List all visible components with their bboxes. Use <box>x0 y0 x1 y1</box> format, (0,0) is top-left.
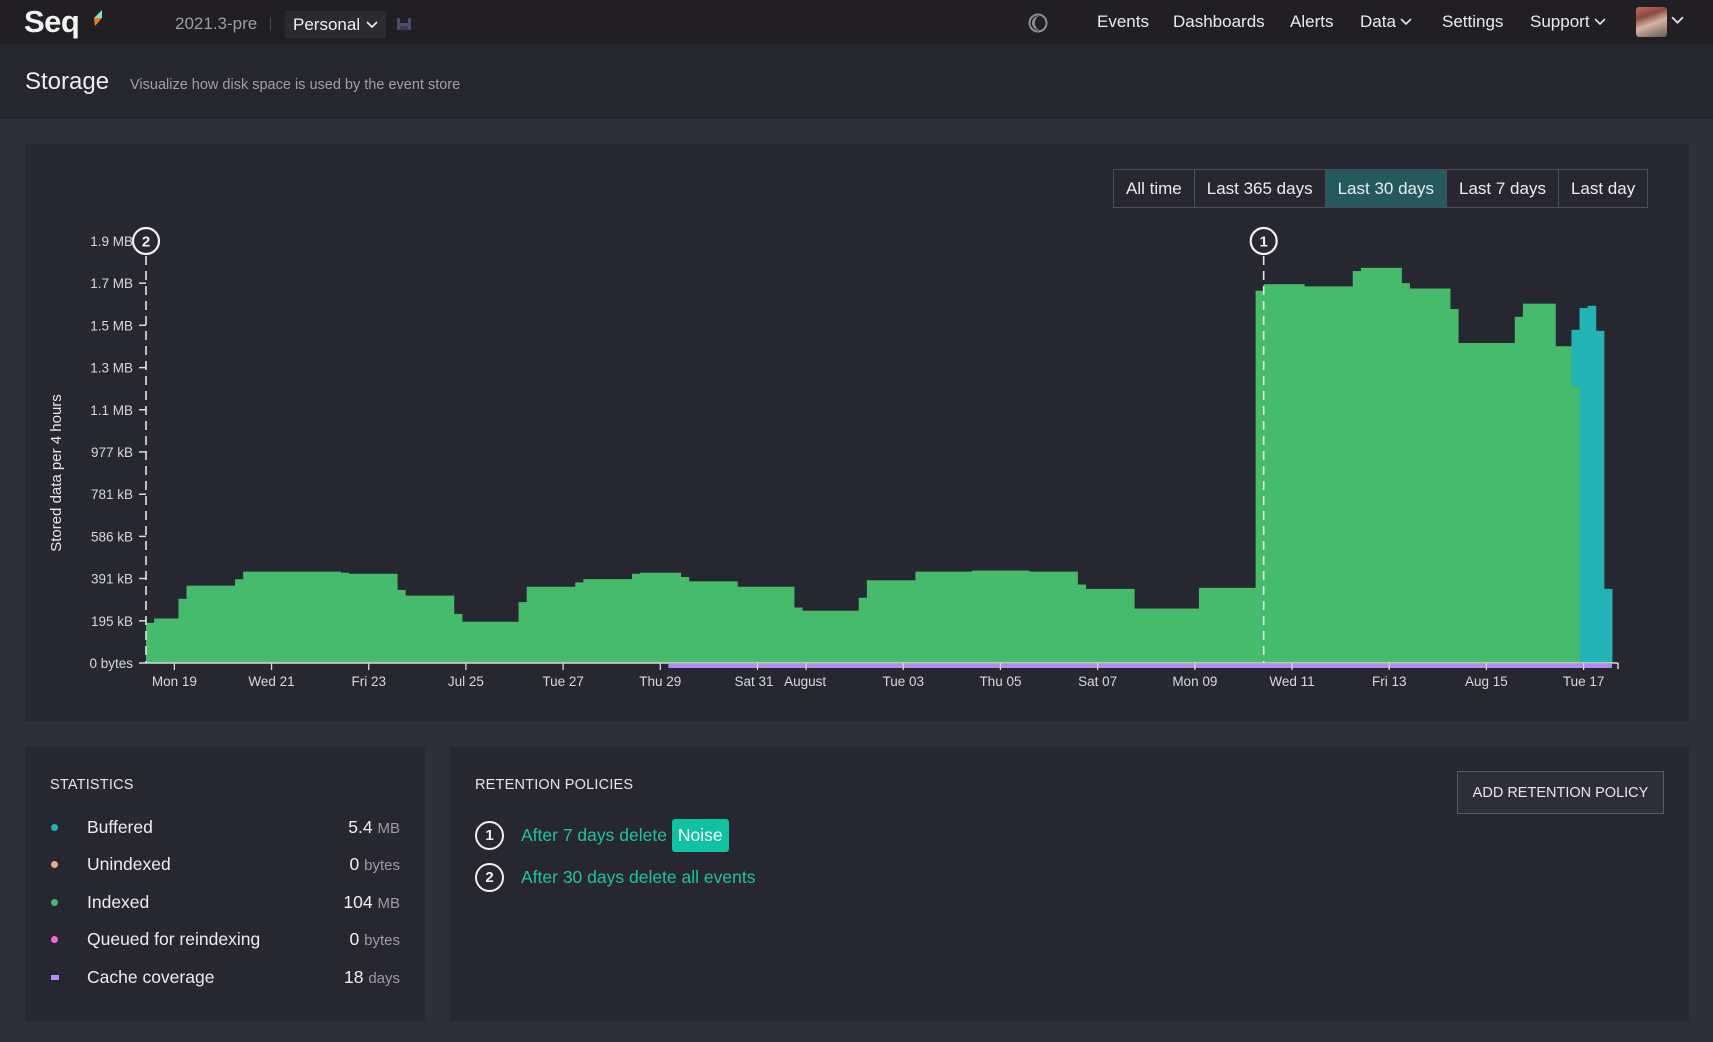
policy-text[interactable]: After 30 days delete all events <box>521 867 755 888</box>
nav-events-label: Events <box>1097 12 1149 31</box>
stat-label: Unindexed <box>87 854 171 874</box>
stat-row: Indexed 104 MB <box>50 890 400 914</box>
policy-text[interactable]: After 7 days delete <box>521 825 667 846</box>
nav-dashboards[interactable]: Dashboards <box>1173 0 1265 44</box>
stat-row: Unindexed 0 bytes <box>50 853 400 877</box>
range-all-time[interactable]: All time <box>1114 170 1194 207</box>
nav-settings-label: Settings <box>1442 12 1504 31</box>
workspace-label: Personal <box>293 14 361 34</box>
logo[interactable]: Seq <box>24 4 80 40</box>
stat-label: Cache coverage <box>87 966 215 987</box>
nav-support[interactable]: Support <box>1530 0 1606 44</box>
retention-policy-1[interactable]: 1 After 7 days delete Noise <box>475 819 729 852</box>
range-last-30-days[interactable]: Last 30 days <box>1324 170 1446 207</box>
stat-number: 18 <box>343 966 364 987</box>
divider <box>270 17 271 31</box>
nav-data[interactable]: Data <box>1360 0 1412 44</box>
chevron-down-icon <box>366 20 378 28</box>
range-last-365-days[interactable]: Last 365 days <box>1193 170 1325 207</box>
legend-swatch-icon <box>51 861 58 868</box>
stat-value: 104 MB <box>343 892 400 913</box>
nav-data-label: Data <box>1360 12 1396 31</box>
nav-settings[interactable]: Settings <box>1442 0 1503 44</box>
stat-value: 0 bytes <box>350 929 400 950</box>
chevron-down-icon[interactable] <box>1671 16 1684 25</box>
retention-heading: RETENTION POLICIES <box>475 777 634 793</box>
stat-unit: bytes <box>364 857 400 874</box>
stat-unit: days <box>368 969 400 987</box>
retention-policy-2[interactable]: 2 After 30 days delete all events <box>475 863 755 892</box>
legend-swatch-icon <box>51 823 58 831</box>
legend-swatch-icon <box>51 936 58 943</box>
stat-unit: MB <box>377 819 401 837</box>
user-avatar[interactable] <box>1636 7 1667 37</box>
nav-events[interactable]: Events <box>1097 0 1149 44</box>
logo-mark-icon <box>94 10 102 26</box>
statistics-panel: STATISTICS Buffered 5.4 MB Unindexed 0 byte… <box>25 747 425 1021</box>
chevron-down-icon <box>1400 18 1412 26</box>
range-last-day[interactable]: Last day <box>1557 170 1648 207</box>
save-icon[interactable] <box>397 18 411 30</box>
page-title: Storage <box>25 68 110 95</box>
stat-row: Cache coverage 18 days <box>50 965 400 989</box>
stat-value: 5.4 MB <box>348 817 400 838</box>
statistics-heading: STATISTICS <box>50 777 134 793</box>
stat-row: Queued for reindexing 0 bytes <box>50 928 400 952</box>
stat-label: Buffered <box>87 816 153 837</box>
theme-toggle-icon[interactable] <box>1028 13 1048 33</box>
stat-row: Buffered 5.4 MB <box>50 815 400 839</box>
stat-value: 0 bytes <box>350 854 400 875</box>
stat-number: 0 <box>349 929 360 949</box>
legend-swatch-icon <box>51 974 59 980</box>
policy-number-badge: 1 <box>475 821 504 850</box>
stat-label: Indexed <box>87 891 150 912</box>
chevron-down-icon <box>1593 18 1606 26</box>
stat-value: 18 days <box>344 967 400 988</box>
stat-unit: bytes <box>364 932 400 949</box>
stat-unit: MB <box>377 894 401 912</box>
page-subtitle: Visualize how disk space is used by the … <box>130 77 461 93</box>
legend-swatch-icon <box>51 898 58 906</box>
stat-number: 0 <box>349 854 360 874</box>
range-last-7-days[interactable]: Last 7 days <box>1446 170 1558 207</box>
stat-number: 5.4 <box>348 816 373 837</box>
storage-chart-panel <box>25 144 1689 721</box>
add-retention-policy-button[interactable]: ADD RETENTION POLICY <box>1457 771 1664 814</box>
signal-tag[interactable]: Noise <box>671 819 729 852</box>
nav-alerts-label: Alerts <box>1290 12 1334 31</box>
time-range-selector: All time Last 365 days Last 30 days Last… <box>1113 169 1649 208</box>
nav-dashboards-label: Dashboards <box>1173 12 1265 31</box>
stat-number: 104 <box>343 891 373 912</box>
stat-label: Queued for reindexing <box>87 929 261 949</box>
top-bar: Seq 2021.3-pre Personal Events Dashboard… <box>0 0 1713 44</box>
nav-support-label: Support <box>1530 12 1590 31</box>
version-label: 2021.3-pre <box>175 14 258 33</box>
workspace-selector[interactable]: Personal <box>285 11 387 38</box>
nav-alerts[interactable]: Alerts <box>1290 0 1333 44</box>
policy-number-badge: 2 <box>475 863 504 892</box>
